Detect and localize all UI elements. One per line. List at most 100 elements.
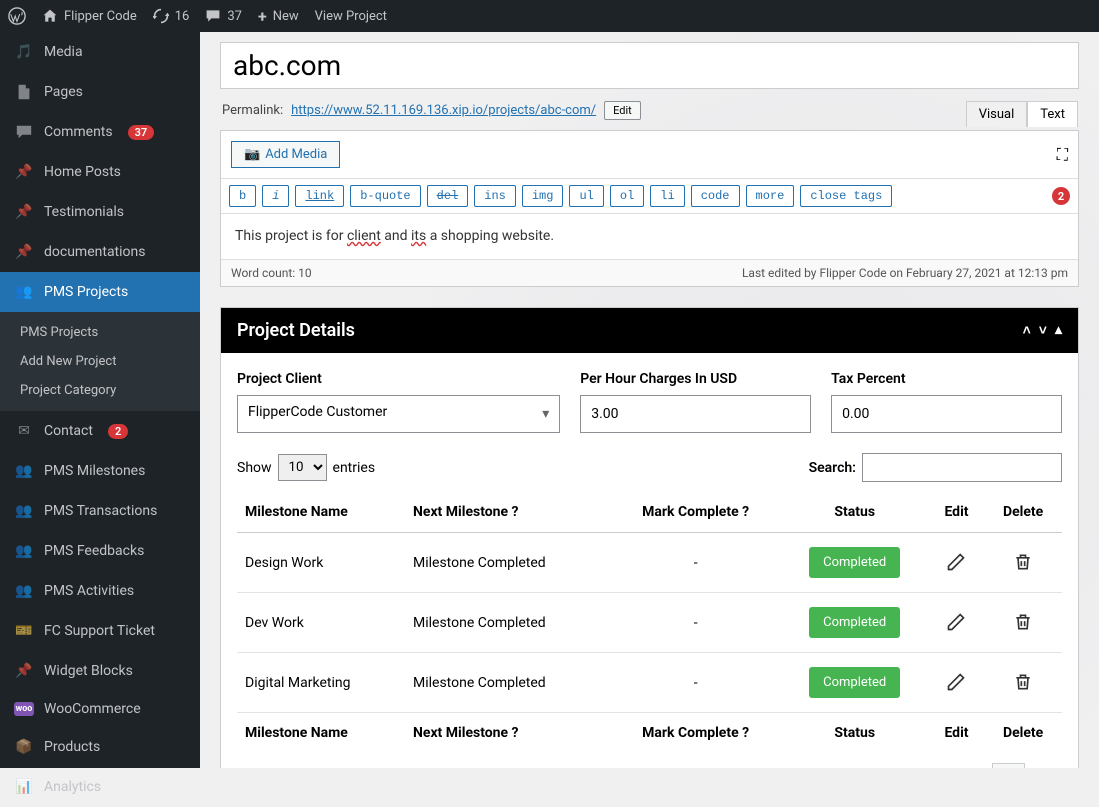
search-box: Search:: [809, 453, 1062, 482]
qt-italic[interactable]: i: [262, 185, 289, 207]
cell-next: Milestone Completed: [405, 593, 611, 653]
tf-delete: Delete: [984, 713, 1062, 754]
mail-icon: ✉: [14, 421, 34, 441]
status-badge: Completed: [809, 547, 900, 578]
sidebar-item-testimonials[interactable]: 📌Testimonials: [0, 192, 200, 232]
tax-input[interactable]: [831, 395, 1062, 433]
th-mark[interactable]: Mark Complete ?: [611, 492, 781, 533]
sidebar-item-analytics[interactable]: 📊Analytics: [0, 767, 200, 807]
pagination: Showing 1 to 3 of 3 entries Previous 1 N…: [237, 753, 1062, 768]
qt-ul[interactable]: ul: [569, 185, 603, 207]
sidebar-item-comments[interactable]: Comments37: [0, 112, 200, 152]
qt-del[interactable]: del: [427, 185, 469, 207]
site-name[interactable]: Flipper Code: [42, 8, 137, 24]
tab-text[interactable]: Text: [1027, 101, 1078, 127]
edit-permalink-button[interactable]: Edit: [604, 101, 641, 120]
sidebar-item-woocommerce[interactable]: wooWooCommerce: [0, 691, 200, 727]
word-count: Word count: 10: [231, 266, 312, 280]
th-edit[interactable]: Edit: [929, 492, 984, 533]
th-status[interactable]: Status: [781, 492, 929, 533]
edit-icon[interactable]: [944, 610, 968, 634]
camera-icon: 📷: [244, 147, 260, 162]
edit-icon[interactable]: [944, 670, 968, 694]
th-next[interactable]: Next Milestone ?: [405, 492, 611, 533]
entries-select[interactable]: 10: [278, 454, 327, 481]
delete-icon[interactable]: [1011, 550, 1035, 574]
sidebar-item-documentations[interactable]: 📌documentations: [0, 232, 200, 272]
sidebar-item-pms-milestones[interactable]: 👥PMS Milestones: [0, 451, 200, 491]
add-media-button[interactable]: 📷Add Media: [231, 141, 340, 168]
qt-more[interactable]: more: [746, 185, 795, 207]
move-down-icon[interactable]: ˅: [1039, 322, 1047, 339]
delete-icon[interactable]: [1011, 670, 1035, 694]
qt-img[interactable]: img: [522, 185, 564, 207]
woo-icon: woo: [14, 702, 34, 716]
submenu-project-category[interactable]: Project Category: [0, 376, 200, 405]
page-number[interactable]: 1: [992, 763, 1025, 768]
qt-bquote[interactable]: b-quote: [350, 185, 420, 207]
comments[interactable]: 37: [205, 8, 242, 24]
status-badge: Completed: [809, 607, 900, 638]
sidebar-item-media[interactable]: 🎵Media: [0, 32, 200, 72]
tax-label: Tax Percent: [831, 371, 1062, 387]
error-badge-icon: 2: [1052, 187, 1070, 205]
submenu-add-new-project[interactable]: Add New Project: [0, 347, 200, 376]
sidebar-item-pages[interactable]: Pages: [0, 72, 200, 112]
qt-ol[interactable]: ol: [610, 185, 644, 207]
sidebar-item-pms-feedbacks[interactable]: 👥PMS Feedbacks: [0, 531, 200, 571]
sidebar-item-contact[interactable]: ✉Contact2: [0, 411, 200, 451]
ticket-icon: 🎫: [14, 621, 34, 641]
qt-link[interactable]: link: [295, 185, 344, 207]
project-client-select[interactable]: FlipperCode Customer: [237, 395, 560, 433]
sidebar-item-pms-transactions[interactable]: 👥PMS Transactions: [0, 491, 200, 531]
post-title-input[interactable]: [220, 42, 1079, 89]
editor-footer: Word count: 10 Last edited by Flipper Co…: [221, 259, 1078, 286]
search-input[interactable]: [862, 453, 1062, 482]
qt-close-tags[interactable]: close tags: [800, 185, 892, 207]
table-row: Dev WorkMilestone Completed-Completed: [237, 593, 1062, 653]
fullscreen-icon[interactable]: ⛶: [1057, 145, 1068, 165]
pms-projects-submenu: PMS Projects Add New Project Project Cat…: [0, 312, 200, 411]
move-up-icon[interactable]: ˄: [1023, 322, 1031, 339]
updates[interactable]: 16: [153, 8, 190, 24]
sidebar-item-pms-projects[interactable]: 👥PMS Projects: [0, 272, 200, 312]
new-content[interactable]: +New: [258, 7, 299, 26]
view-project[interactable]: View Project: [315, 9, 387, 24]
delete-icon[interactable]: [1011, 610, 1035, 634]
th-delete[interactable]: Delete: [984, 492, 1062, 533]
rate-label: Per Hour Charges In USD: [580, 371, 811, 387]
sidebar-item-widget-blocks[interactable]: 📌Widget Blocks: [0, 651, 200, 691]
tab-visual[interactable]: Visual: [966, 101, 1028, 127]
cell-name: Digital Marketing: [237, 653, 405, 713]
quicktags-toolbar: b i link b-quote del ins img ul ol li co…: [221, 179, 1078, 214]
wp-logo[interactable]: [8, 7, 26, 25]
submenu-pms-projects[interactable]: PMS Projects: [0, 318, 200, 347]
groups-icon: 👥: [14, 282, 34, 302]
qt-code[interactable]: code: [691, 185, 740, 207]
sidebar-item-home-posts[interactable]: 📌Home Posts: [0, 152, 200, 192]
groups-icon: 👥: [14, 541, 34, 561]
edit-icon[interactable]: [944, 550, 968, 574]
permalink-label: Permalink:: [222, 103, 283, 118]
groups-icon: 👥: [14, 581, 34, 601]
toggle-icon[interactable]: ▴: [1055, 322, 1062, 339]
pin-icon: 📌: [14, 162, 34, 182]
qt-bold[interactable]: b: [229, 185, 256, 207]
th-name[interactable]: Milestone Name: [237, 492, 405, 533]
permalink-url[interactable]: https://www.52.11.169.136.xip.io/project…: [291, 103, 596, 118]
cell-name: Design Work: [237, 533, 405, 593]
rate-input[interactable]: [580, 395, 811, 433]
sidebar-item-fc-support[interactable]: 🎫FC Support Ticket: [0, 611, 200, 651]
main-content: Permalink: https://www.52.11.169.136.xip…: [200, 32, 1099, 768]
editor-textarea[interactable]: This project is for client and its a sho…: [221, 214, 1078, 259]
sidebar-item-products[interactable]: 📦Products: [0, 727, 200, 767]
milestone-table: Milestone Name Next Milestone ? Mark Com…: [237, 492, 1062, 753]
qt-li[interactable]: li: [650, 185, 684, 207]
project-details-metabox: Project Details ˄ ˅ ▴ Project Client Fli…: [220, 307, 1079, 768]
comment-icon: [14, 122, 34, 142]
tf-name: Milestone Name: [237, 713, 405, 754]
sidebar-item-pms-activities[interactable]: 👥PMS Activities: [0, 571, 200, 611]
qt-ins[interactable]: ins: [474, 185, 516, 207]
metabox-header: Project Details ˄ ˅ ▴: [221, 308, 1078, 353]
media-icon: 🎵: [14, 42, 34, 62]
